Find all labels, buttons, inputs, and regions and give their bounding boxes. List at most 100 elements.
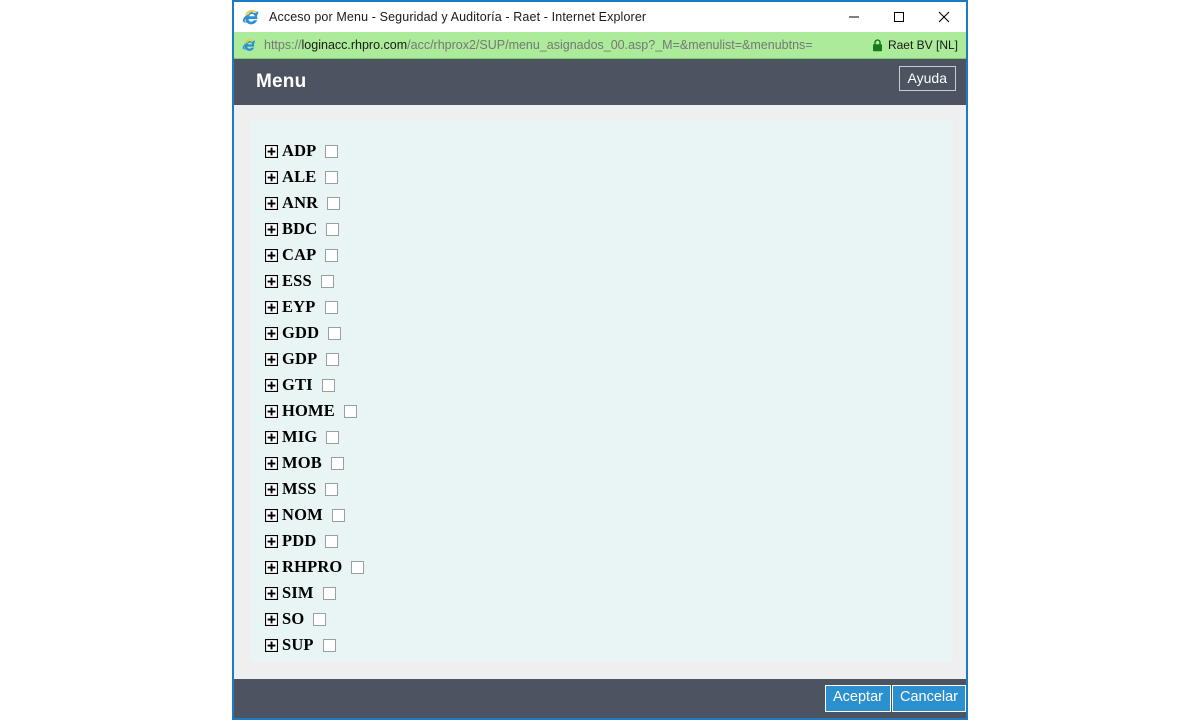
menu-item-checkbox[interactable]	[328, 326, 342, 340]
menu-item-label: CAP	[282, 245, 317, 264]
menu-row: NOM	[264, 502, 953, 528]
menu-item-checkbox[interactable]	[320, 274, 334, 288]
menu-item-checkbox[interactable]	[327, 196, 341, 210]
menu-item-label: BDC	[282, 219, 318, 238]
menu-row: BDC	[264, 216, 953, 242]
expand-plus-icon[interactable]	[264, 378, 279, 392]
menu-item-checkbox[interactable]	[324, 300, 338, 314]
expand-plus-icon[interactable]	[264, 196, 279, 210]
menu-item-label: ANR	[282, 193, 319, 212]
menu-item-checkbox[interactable]	[326, 352, 340, 366]
menu-row: GTI	[264, 372, 953, 398]
certificate-name: Raet BV [NL]	[887, 38, 958, 52]
menu-row: SUP	[264, 632, 953, 658]
expand-plus-icon[interactable]	[264, 326, 279, 340]
app-header: Menu Ayuda	[234, 59, 966, 105]
page-title: Menu	[256, 71, 307, 92]
menu-item-checkbox[interactable]	[325, 170, 339, 184]
menu-item-checkbox[interactable]	[326, 222, 340, 236]
window-controls	[831, 2, 966, 32]
url-path: /acc/rhprox2/SUP/menu_asignados_00.asp?_…	[407, 38, 813, 52]
menu-row: MIG	[264, 424, 953, 450]
accept-button[interactable]: Aceptar	[824, 685, 891, 712]
menu-item-checkbox[interactable]	[321, 378, 335, 392]
expand-plus-icon[interactable]	[264, 456, 279, 470]
address-bar[interactable]: https://loginacc.rhpro.com/acc/rhprox2/S…	[234, 32, 966, 59]
window-title: Acceso por Menu - Seguridad y Auditoría …	[269, 10, 647, 24]
menu-item-checkbox[interactable]	[322, 586, 336, 600]
menu-item-label: ALE	[282, 167, 317, 186]
menu-item-label: ESS	[282, 271, 312, 290]
menu-item-checkbox[interactable]	[313, 612, 327, 626]
menu-item-checkbox[interactable]	[325, 534, 339, 548]
expand-plus-icon[interactable]	[264, 404, 279, 418]
menu-row: MSS	[264, 476, 953, 502]
menu-item-checkbox[interactable]	[331, 508, 345, 522]
browser-window: Acceso por Menu - Seguridad y Auditoría …	[232, 0, 968, 720]
menu-row: GDD	[264, 320, 953, 346]
menu-row: EYP	[264, 294, 953, 320]
menu-list-panel: ADP ALE ANR BDC CAP ESS EYP GDD GDP GTI HOME MIG MOB…	[251, 120, 953, 662]
close-button[interactable]	[921, 2, 966, 32]
menu-row: ESS	[264, 268, 953, 294]
menu-item-checkbox[interactable]	[326, 430, 340, 444]
expand-plus-icon[interactable]	[264, 274, 279, 288]
menu-item-label: MIG	[282, 427, 318, 446]
menu-row: ADP	[264, 138, 953, 164]
menu-item-label: SIM	[282, 583, 314, 602]
menu-item-checkbox[interactable]	[330, 456, 344, 470]
menu-row: PDD	[264, 528, 953, 554]
app-footer: Aceptar Cancelar	[234, 679, 966, 718]
expand-plus-icon[interactable]	[264, 612, 279, 626]
menu-row: ALE	[264, 164, 953, 190]
menu-item-label: ADP	[282, 141, 317, 160]
expand-plus-icon[interactable]	[264, 300, 279, 314]
page-body: ADP ALE ANR BDC CAP ESS EYP GDD GDP GTI HOME MIG MOB…	[234, 105, 966, 679]
expand-plus-icon[interactable]	[264, 222, 279, 236]
menu-item-label: PDD	[282, 531, 317, 550]
menu-row: CAP	[264, 242, 953, 268]
menu-item-label: MOB	[282, 453, 322, 472]
menu-item-checkbox[interactable]	[351, 560, 365, 574]
internet-explorer-icon	[242, 7, 262, 27]
url-host: loginacc.rhpro.com	[301, 38, 408, 52]
menu-item-label: SO	[282, 609, 305, 628]
expand-plus-icon[interactable]	[264, 352, 279, 366]
help-button[interactable]: Ayuda	[898, 66, 956, 91]
url-text: https://loginacc.rhpro.com/acc/rhprox2/S…	[264, 38, 813, 52]
minimize-button[interactable]	[831, 2, 876, 32]
menu-row: RHPRO	[264, 554, 953, 580]
menu-item-checkbox[interactable]	[343, 404, 357, 418]
expand-plus-icon[interactable]	[264, 508, 279, 522]
expand-plus-icon[interactable]	[264, 560, 279, 574]
certificate-indicator[interactable]: Raet BV [NL]	[872, 32, 958, 58]
expand-plus-icon[interactable]	[264, 170, 279, 184]
expand-plus-icon[interactable]	[264, 144, 279, 158]
window-title-bar: Acceso por Menu - Seguridad y Auditoría …	[234, 2, 966, 32]
expand-plus-icon[interactable]	[264, 586, 279, 600]
menu-row: GDP	[264, 346, 953, 372]
menu-item-label: NOM	[282, 505, 323, 524]
menu-item-label: MSS	[282, 479, 317, 498]
cancel-button[interactable]: Cancelar	[891, 685, 966, 712]
expand-plus-icon[interactable]	[264, 534, 279, 548]
menu-item-label: HOME	[282, 401, 335, 420]
url-scheme: https://	[264, 38, 302, 52]
menu-row: SIM	[264, 580, 953, 606]
maximize-button[interactable]	[876, 2, 921, 32]
menu-row: SO	[264, 606, 953, 632]
expand-plus-icon[interactable]	[264, 638, 279, 652]
menu-row: HOME	[264, 398, 953, 424]
menu-item-label: EYP	[282, 297, 316, 316]
menu-item-checkbox[interactable]	[325, 248, 339, 262]
expand-plus-icon[interactable]	[264, 482, 279, 496]
menu-item-checkbox[interactable]	[325, 482, 339, 496]
expand-plus-icon[interactable]	[264, 248, 279, 262]
menu-item-label: SUP	[282, 635, 314, 654]
menu-row: ANR	[264, 190, 953, 216]
menu-item-checkbox[interactable]	[325, 144, 339, 158]
lock-icon	[872, 38, 883, 52]
menu-row: MOB	[264, 450, 953, 476]
menu-item-checkbox[interactable]	[322, 638, 336, 652]
expand-plus-icon[interactable]	[264, 430, 279, 444]
